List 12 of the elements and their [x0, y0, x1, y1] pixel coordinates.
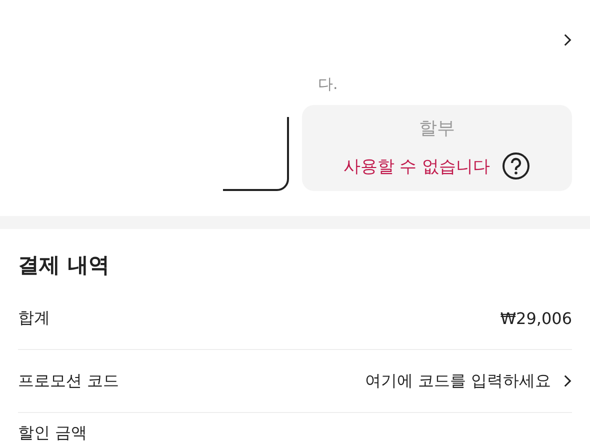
row-label: 합계 [18, 308, 50, 328]
section-title: 결제 내역 [18, 252, 110, 279]
row-label: 할인 금액 [18, 423, 88, 443]
payment-option[interactable]: 할부 사용할 수 없습니다 [302, 105, 572, 191]
row-label: 프로모션 코드 [18, 370, 120, 392]
chevron-right-icon [563, 33, 572, 47]
amount-value: ₩29,006 [500, 308, 572, 328]
status-text: 사용할 수 없습니다 [343, 156, 490, 178]
help-icon[interactable] [502, 152, 530, 180]
notice-text: 다. [318, 75, 338, 94]
promo-code-link[interactable]: 여기에 코드를 입력하세요 [364, 370, 551, 392]
chevron-right-icon [563, 374, 572, 388]
